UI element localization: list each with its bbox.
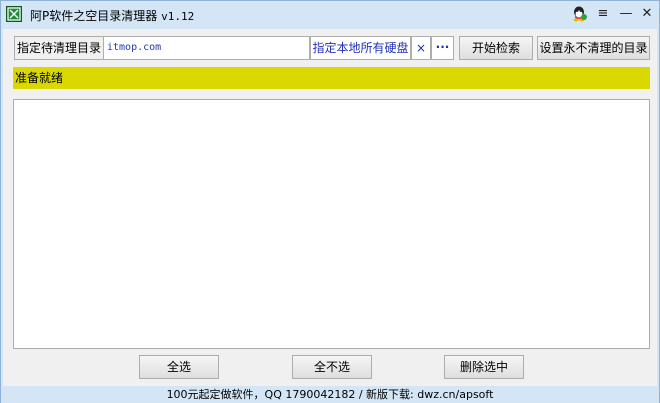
select-all-button[interactable]: 全选 [139, 355, 219, 379]
client-area: 指定待清理目录 itmop.com 指定本地所有硬盘 × ··· 开始检索 设置… [3, 29, 657, 386]
select-none-button[interactable]: 全不选 [292, 355, 372, 379]
target-dir-label: 指定待清理目录 [14, 36, 104, 60]
window-title: 阿P软件之空目录清理器 v1.12 [30, 7, 194, 24]
exclude-dirs-button[interactable]: 设置永不清理的目录 [537, 36, 650, 60]
app-logo-icon [6, 6, 22, 22]
browse-folder-button[interactable]: ··· [431, 36, 454, 60]
minimize-icon[interactable]: — [615, 4, 637, 24]
app-window: 阿P软件之空目录清理器 v1.12 ≡ — ✕ 指定待清理目录 itmop.co… [0, 0, 660, 403]
all-disks-link[interactable]: 指定本地所有硬盘 [310, 36, 411, 60]
target-dir-input[interactable]: itmop.com [103, 36, 310, 60]
delete-selected-button[interactable]: 删除选中 [444, 355, 524, 379]
title-bar: 阿P软件之空目录清理器 v1.12 ≡ — ✕ [1, 1, 659, 29]
clear-path-button[interactable]: × [411, 36, 431, 60]
menu-icon[interactable]: ≡ [592, 4, 614, 24]
qq-icon[interactable] [568, 4, 590, 24]
status-bar: 准备就绪 [13, 67, 650, 89]
window-title-name: 阿P软件之空目录清理器 [30, 9, 158, 23]
window-title-version: v1.12 [161, 10, 195, 23]
start-search-button[interactable]: 开始检索 [459, 36, 533, 60]
close-icon[interactable]: ✕ [636, 4, 658, 24]
result-list[interactable] [13, 99, 650, 349]
footer-info[interactable]: 100元起定做软件，QQ 1790042182 / 新版下载: dwz.cn/a… [1, 387, 659, 403]
